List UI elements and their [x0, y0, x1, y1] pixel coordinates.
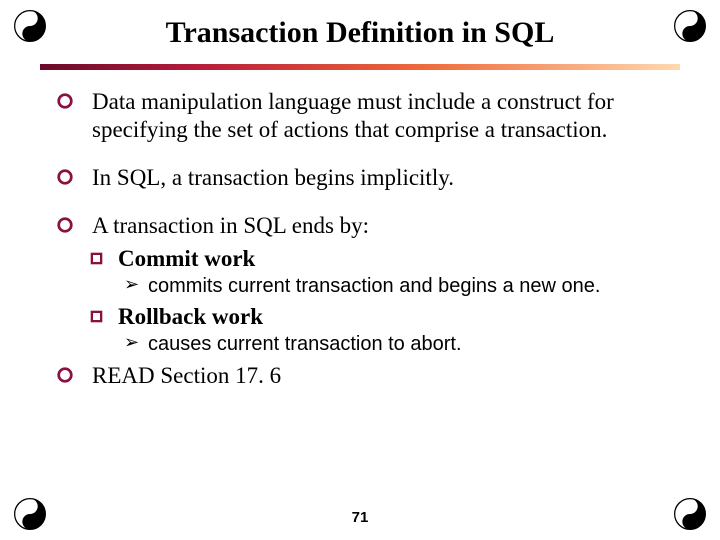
slide-body: Data manipulation language must include … [0, 70, 720, 390]
sub-bullet-text: Commit work [118, 246, 255, 272]
yin-yang-icon [14, 10, 46, 42]
bullet-text: A transaction in SQL ends by: [92, 212, 369, 240]
ring-bullet-icon [56, 216, 78, 238]
sub-bullet-item: Commit work [90, 246, 680, 272]
sub-bullet-item: Rollback work [90, 304, 680, 330]
bullet-text: In SQL, a transaction begins implicitly. [92, 164, 454, 192]
subsub-bullet-text: commits current transaction and begins a… [148, 274, 600, 298]
bullet-item: In SQL, a transaction begins implicitly. [56, 164, 680, 192]
yin-yang-icon [674, 10, 706, 42]
page-number: 71 [0, 509, 720, 526]
bullet-text: Data manipulation language must include … [92, 88, 680, 144]
square-bullet-icon [90, 252, 106, 268]
slide-title: Transaction Definition in SQL [0, 0, 720, 50]
ring-bullet-icon [56, 168, 78, 190]
arrow-bullet-icon: ➢ [124, 332, 140, 354]
bullet-item: Data manipulation language must include … [56, 88, 680, 144]
bullet-item: A transaction in SQL ends by: [56, 212, 680, 240]
subsub-bullet-item: ➢ causes current transaction to abort. [90, 332, 680, 356]
arrow-bullet-icon: ➢ [124, 274, 140, 296]
bullet-text: READ Section 17. 6 [92, 362, 281, 390]
subsub-bullet-item: ➢ commits current transaction and begins… [90, 274, 680, 298]
sub-bullet-text: Rollback work [118, 304, 263, 330]
bullet-item: READ Section 17. 6 [56, 362, 680, 390]
subsub-bullet-text: causes current transaction to abort. [148, 332, 462, 356]
square-bullet-icon [90, 310, 106, 326]
sub-list: Commit work ➢ commits current transactio… [56, 246, 680, 356]
ring-bullet-icon [56, 92, 78, 114]
ring-bullet-icon [56, 366, 78, 388]
